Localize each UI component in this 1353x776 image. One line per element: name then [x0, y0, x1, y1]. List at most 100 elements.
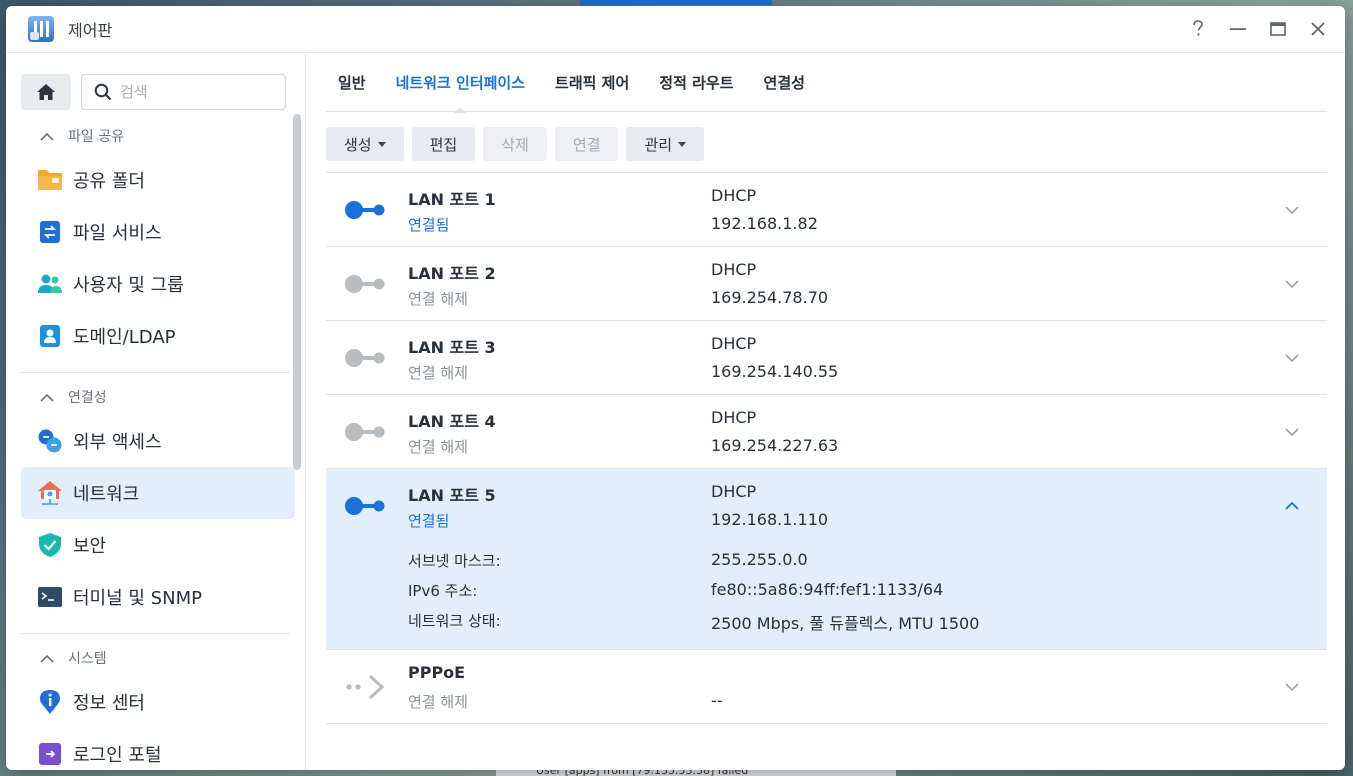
interface-name: LAN 포트 1 — [408, 190, 496, 209]
chevron-down-icon[interactable] — [1285, 680, 1299, 694]
tab-traffic-control[interactable]: 트래픽 제어 — [555, 54, 629, 112]
interface-mode: DHCP — [711, 260, 757, 279]
chevron-up-icon — [40, 654, 54, 663]
caret-down-icon — [377, 141, 386, 147]
sidebar-item-file-services[interactable]: 파일 서비스 — [21, 206, 295, 258]
tab-bar: 일반 네트워크 인터페이스 트래픽 제어 정적 라우트 연결성 — [326, 54, 1327, 113]
help-button[interactable] — [1189, 20, 1207, 38]
group-header-connectivity[interactable]: 연결성 — [6, 379, 305, 415]
terminal-icon — [37, 584, 63, 610]
minimize-icon — [1230, 28, 1246, 30]
window-title: 제어판 — [68, 21, 113, 40]
search-box[interactable] — [81, 74, 286, 110]
interface-status: 연결 해제 — [408, 290, 468, 308]
interface-row-lan1[interactable]: LAN 포트 1 연결됨 DHCP 192.168.1.82 — [326, 173, 1327, 247]
tab-connectivity[interactable]: 연결성 — [764, 54, 805, 112]
lan-connected-icon — [345, 497, 385, 515]
interface-mode: DHCP — [711, 408, 757, 427]
external-access-icon — [37, 428, 63, 454]
lan-disconnected-icon — [345, 275, 385, 293]
delete-button[interactable]: 삭제 — [483, 127, 547, 161]
control-panel-window: 제어판 검색 파일 공유 공유 폴더 파일 서비스 사용자 및 그룹 도메인/L… — [6, 6, 1345, 770]
connect-button[interactable]: 연결 — [554, 127, 619, 161]
domain-icon — [37, 323, 63, 349]
sidebar-divider — [21, 633, 290, 634]
lan-disconnected-icon — [345, 349, 385, 367]
interface-list: LAN 포트 1 연결됨 DHCP 192.168.1.82 LAN 포트 2 … — [326, 172, 1327, 724]
interface-row-lan2[interactable]: LAN 포트 2 연결 해제 DHCP 169.254.78.70 — [326, 247, 1327, 321]
interface-mode: DHCP — [711, 334, 757, 353]
interface-row-lan3[interactable]: LAN 포트 3 연결 해제 DHCP 169.254.140.55 — [326, 321, 1327, 395]
search-icon — [94, 83, 112, 101]
interface-status: 연결 해제 — [408, 693, 468, 711]
search-input[interactable] — [120, 83, 270, 101]
sidebar-item-security[interactable]: 보안 — [21, 519, 295, 571]
interface-name: LAN 포트 3 — [408, 338, 496, 357]
sidebar-divider — [21, 372, 290, 373]
minimize-button[interactable] — [1229, 20, 1247, 38]
chevron-down-icon[interactable] — [1285, 425, 1299, 439]
detail-value-ipv6: fe80::5a86:94ff:fef1:1133/64 — [711, 580, 944, 599]
desktop-background-bar — [580, 0, 772, 5]
manage-button[interactable]: 관리 — [626, 127, 705, 161]
interface-name: LAN 포트 4 — [408, 412, 496, 431]
sidebar-item-terminal-snmp[interactable]: 터미널 및 SNMP — [21, 571, 295, 623]
login-portal-icon — [37, 741, 63, 767]
group-header-file-sharing[interactable]: 파일 공유 — [6, 118, 305, 154]
edit-button[interactable]: 편집 — [411, 127, 476, 161]
tab-network-interface[interactable]: 네트워크 인터페이스 — [396, 54, 525, 113]
create-button[interactable]: 생성 — [326, 127, 404, 161]
sidebar-item-network[interactable]: 네트워크 — [21, 467, 295, 519]
chevron-down-icon[interactable] — [1285, 203, 1299, 217]
home-icon — [37, 84, 55, 100]
close-icon — [1311, 22, 1325, 36]
sidebar: 파일 공유 공유 폴더 파일 서비스 사용자 및 그룹 — [6, 54, 306, 770]
interface-row-pppoe[interactable]: PPPoE 연결 해제 -- — [326, 650, 1327, 724]
caret-down-icon — [678, 141, 687, 147]
network-icon — [37, 480, 63, 506]
interface-row-lan5[interactable]: LAN 포트 5 연결됨 DHCP 192.168.1.110 서브넷 마스크:… — [326, 469, 1327, 650]
maximize-button[interactable] — [1269, 20, 1287, 38]
sidebar-item-users-groups[interactable]: 사용자 및 그룹 — [21, 258, 295, 310]
interface-ip: 169.254.140.55 — [711, 362, 839, 381]
question-icon — [1193, 20, 1203, 36]
detail-label-ipv6: IPv6 주소: — [408, 582, 478, 600]
sidebar-item-external-access[interactable]: 외부 액세스 — [21, 415, 295, 467]
sidebar-item-domain-ldap[interactable]: 도메인/LDAP — [21, 310, 295, 362]
tab-static-route[interactable]: 정적 라우트 — [659, 54, 733, 112]
interface-ip: 192.168.1.110 — [711, 510, 829, 529]
interface-mode: DHCP — [711, 186, 757, 205]
sidebar-scrollbar[interactable] — [293, 114, 301, 470]
sidebar-item-login-portal[interactable]: 로그인 포털 — [21, 728, 295, 770]
interface-status: 연결됨 — [408, 216, 450, 234]
folder-icon — [37, 167, 63, 193]
lan-connected-icon — [345, 201, 385, 219]
maximize-icon — [1270, 22, 1286, 36]
detail-value-subnet: 255.255.0.0 — [711, 550, 808, 569]
interface-name: LAN 포트 5 — [408, 486, 496, 505]
home-button[interactable] — [21, 74, 71, 110]
group-header-system[interactable]: 시스템 — [6, 640, 305, 676]
sidebar-item-info-center[interactable]: 정보 센터 — [21, 676, 295, 728]
interface-mode: DHCP — [711, 482, 757, 501]
chevron-down-icon[interactable] — [1285, 351, 1299, 365]
sidebar-item-shared-folder[interactable]: 공유 폴더 — [21, 154, 295, 206]
interface-ip: 169.254.78.70 — [711, 288, 829, 307]
chevron-up-icon — [40, 132, 54, 141]
interface-name: PPPoE — [408, 663, 466, 682]
interface-status: 연결 해제 — [408, 364, 468, 382]
close-button[interactable] — [1309, 20, 1327, 38]
security-shield-icon — [37, 532, 63, 558]
interface-row-lan4[interactable]: LAN 포트 4 연결 해제 DHCP 169.254.227.63 — [326, 395, 1327, 469]
interface-ip: 192.168.1.82 — [711, 214, 818, 233]
control-panel-icon — [28, 16, 54, 42]
chevron-up-icon[interactable] — [1285, 499, 1299, 513]
file-services-icon — [37, 219, 63, 245]
toolbar: 생성 편집 삭제 연결 관리 — [326, 112, 1327, 172]
chevron-down-icon[interactable] — [1285, 277, 1299, 291]
main-panel: 일반 네트워크 인터페이스 트래픽 제어 정적 라우트 연결성 생성 편집 삭제… — [306, 54, 1345, 770]
interface-name: LAN 포트 2 — [408, 264, 496, 283]
detail-label-subnet: 서브넷 마스크: — [408, 552, 501, 570]
interface-status: 연결됨 — [408, 512, 450, 530]
tab-general[interactable]: 일반 — [338, 54, 366, 112]
